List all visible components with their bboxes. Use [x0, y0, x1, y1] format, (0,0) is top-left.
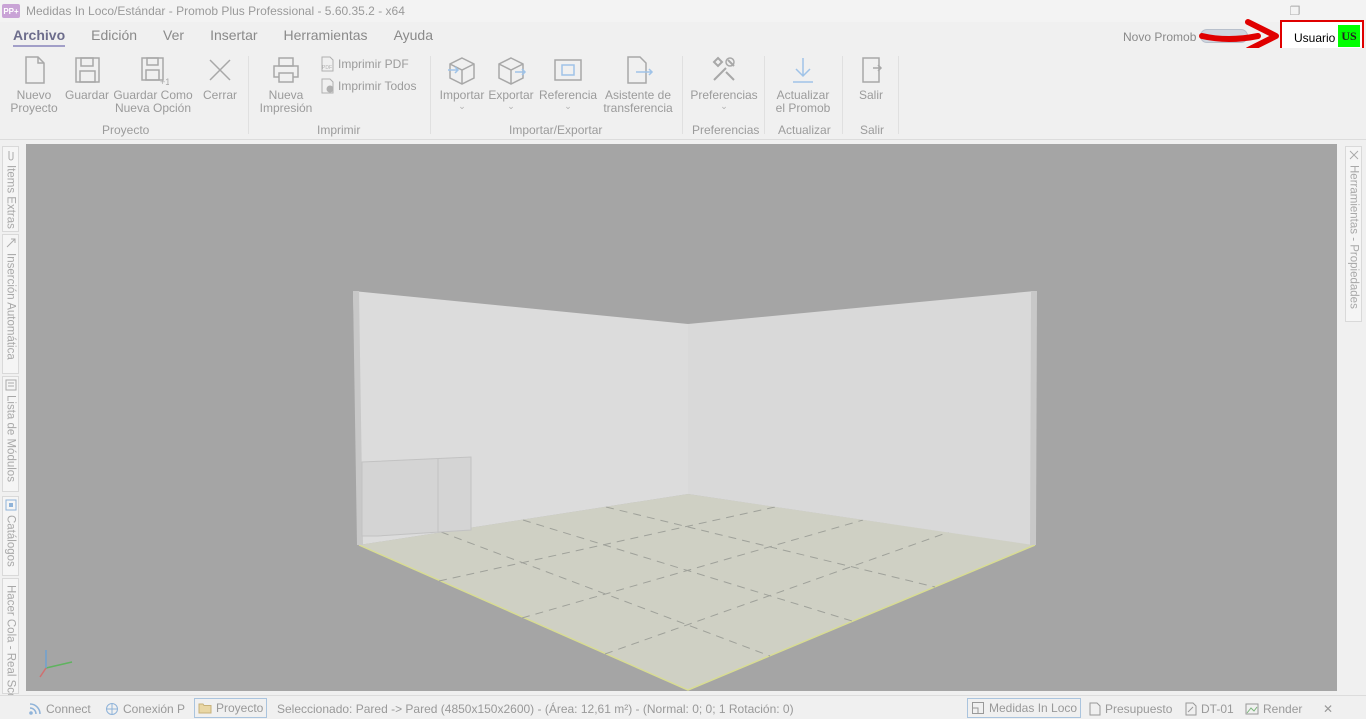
- presupuesto-tab[interactable]: Presupuesto: [1089, 700, 1172, 718]
- menu-insertar[interactable]: Insertar: [197, 22, 270, 48]
- transfer-document-icon: [627, 56, 654, 84]
- nuevo-proyecto-button[interactable]: Nuevo Proyecto: [8, 54, 60, 115]
- svg-text:PDF: PDF: [322, 65, 332, 71]
- 3d-viewport[interactable]: [26, 144, 1337, 691]
- tab-insercion-automatica[interactable]: Inserción Automática: [2, 234, 19, 374]
- group-label-importar-exportar: Importar/Exportar: [509, 123, 603, 137]
- reference-icon: [554, 59, 582, 81]
- group-label-imprimir: Imprimir: [317, 123, 361, 137]
- user-avatar: US: [1338, 25, 1360, 47]
- tab-items-extras[interactable]: Items Extras: [2, 146, 19, 232]
- import-box-icon: [448, 57, 475, 85]
- group-label-actualizar: Actualizar: [778, 123, 831, 137]
- paperclip-icon: [8, 151, 13, 161]
- cerrar-button[interactable]: Cerrar: [200, 54, 240, 102]
- menu-ayuda[interactable]: Ayuda: [381, 22, 446, 48]
- nueva-impresion-button[interactable]: Nueva Impresión: [256, 54, 316, 115]
- title-bar: PP+ Medidas In Loco/Estándar - Promob Pl…: [0, 0, 1366, 22]
- group-separator: [764, 56, 765, 134]
- right-dock-panel: Herramientas - Propiedades: [1342, 146, 1366, 694]
- download-icon: [793, 58, 813, 83]
- render-tab[interactable]: Render: [1245, 700, 1302, 718]
- importar-button[interactable]: Importar ⌄: [438, 54, 486, 111]
- group-separator: [248, 56, 249, 134]
- tab-herramientas-propiedades[interactable]: Herramientas - Propiedades: [1345, 146, 1362, 322]
- medidas-in-loco-tab[interactable]: Medidas In Loco: [967, 698, 1082, 718]
- selection-info: Seleccionado: Pared -> Pared (4850x150x2…: [277, 702, 794, 716]
- status-bar: Connect Conexión P Proyecto Seleccionado…: [0, 695, 1366, 719]
- folder-icon: [198, 703, 212, 714]
- group-separator: [682, 56, 683, 134]
- pdf-icon: PDF: [321, 56, 334, 72]
- ribbon-toolbar: Nuevo Proyecto Guardar +1 Guardar Como N…: [0, 48, 1366, 140]
- guardar-button[interactable]: Guardar: [64, 54, 110, 102]
- proyecto-tab[interactable]: Proyecto: [194, 698, 268, 718]
- imprimir-pdf-button[interactable]: PDF Imprimir PDF: [320, 56, 409, 72]
- module-list-icon: [5, 379, 16, 391]
- group-label-salir: Salir: [860, 123, 885, 137]
- right-wall-edge: [1030, 291, 1037, 545]
- referencia-button[interactable]: Referencia ⌄: [539, 54, 597, 111]
- close-tab-button[interactable]: ✕: [1323, 700, 1333, 718]
- group-label-proyecto: Proyecto: [102, 123, 150, 137]
- cabinet-module: [361, 456, 472, 537]
- exportar-button[interactable]: Exportar ⌄: [488, 54, 534, 111]
- auto-insert-icon: [6, 238, 15, 248]
- globe-icon: [106, 703, 118, 715]
- catalog-icon: [5, 499, 16, 511]
- guardar-como-button[interactable]: +1 Guardar Como Nueva Opción: [113, 54, 193, 115]
- menu-ver[interactable]: Ver: [150, 22, 197, 48]
- group-separator: [842, 56, 843, 134]
- tab-lista-de-modulos[interactable]: Lista de Módulos: [2, 376, 19, 492]
- export-box-icon: [498, 57, 527, 85]
- exit-door-icon: [862, 57, 883, 83]
- print-all-icon: [321, 78, 334, 94]
- imprimir-todos-button[interactable]: Imprimir Todos: [320, 78, 416, 94]
- group-separator: [430, 56, 431, 134]
- asistente-transferencia-button[interactable]: Asistente de transferencia: [602, 54, 674, 115]
- tools-icon: [1349, 150, 1358, 160]
- novo-promob-label: Novo Promob: [1123, 30, 1197, 44]
- axis-gizmo: [39, 650, 73, 678]
- user-name-label: Usuario: [1294, 31, 1336, 45]
- tools-icon: [712, 56, 735, 81]
- window-title: Medidas In Loco/Estándar - Promob Plus P…: [26, 4, 405, 18]
- salir-button[interactable]: Salir: [850, 54, 892, 102]
- room-3d-scene: [39, 291, 1037, 691]
- group-label-preferencias: Preferencias: [692, 123, 760, 137]
- menu-archivo[interactable]: Archivo: [0, 22, 78, 48]
- drawing-icon: [1185, 702, 1197, 716]
- image-icon: [1245, 703, 1259, 715]
- connect-button[interactable]: Connect: [28, 700, 91, 718]
- preferencias-button[interactable]: Preferencias ⌄: [690, 54, 758, 111]
- dt-01-tab[interactable]: DT-01: [1185, 700, 1234, 718]
- app-logo-icon: PP+: [2, 4, 20, 18]
- left-dock-panel: Items Extras Inserción Automática Lista …: [0, 146, 22, 706]
- save-icon: [75, 57, 100, 83]
- new-document-icon: [25, 56, 45, 84]
- menu-herramientas[interactable]: Herramientas: [271, 22, 381, 48]
- printer-icon: [273, 57, 299, 83]
- conexion-button[interactable]: Conexión P: [105, 700, 185, 718]
- tab-catalogos[interactable]: Catálogos: [2, 496, 19, 576]
- group-separator: [898, 56, 899, 134]
- menu-edicion[interactable]: Edición: [78, 22, 150, 48]
- actualizar-button[interactable]: Actualizar el Promob: [772, 54, 834, 115]
- document-icon: [1089, 702, 1101, 716]
- restore-window-button[interactable]: ❐: [1278, 0, 1312, 22]
- close-icon: [209, 59, 231, 81]
- floorplan-icon: [972, 702, 984, 714]
- svg-text:+1: +1: [160, 77, 169, 86]
- rss-signal-icon: [29, 703, 41, 715]
- tab-hacer-cola-real-scene[interactable]: Hacer Cola - Real Scen: [2, 578, 19, 706]
- save-as-icon: +1: [141, 57, 169, 86]
